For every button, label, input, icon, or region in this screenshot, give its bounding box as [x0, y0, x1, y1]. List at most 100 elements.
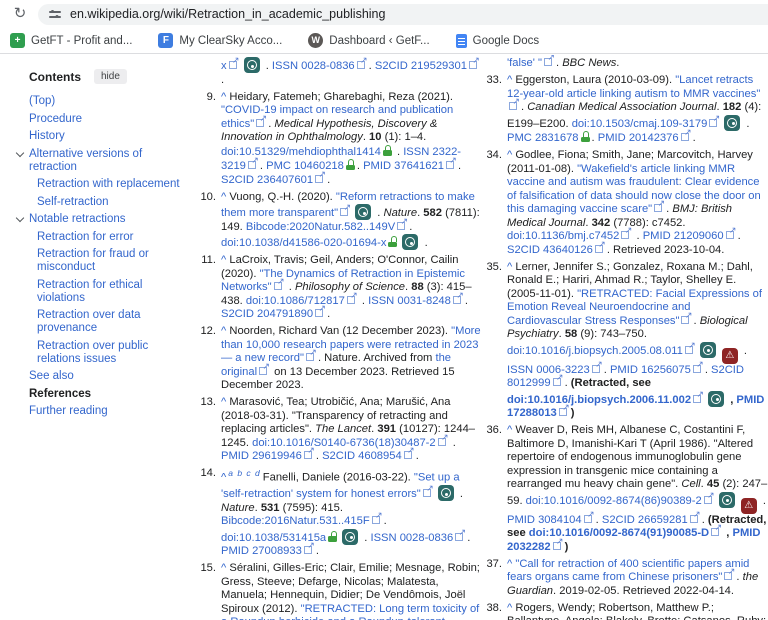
external-link-icon[interactable] — [315, 174, 325, 183]
backlink-caret[interactable]: ^ — [221, 472, 226, 484]
external-link-icon[interactable] — [709, 118, 719, 127]
external-link-icon[interactable] — [340, 207, 350, 216]
ref-link[interactable]: doi:10.51329/mehdiophthal1414 — [221, 146, 381, 158]
external-link-icon[interactable] — [726, 230, 736, 239]
retraction-warning-icon[interactable] — [722, 348, 738, 364]
ref-link[interactable]: ISSN 0031-8248 — [368, 295, 451, 307]
toc-item-see-also[interactable]: See also — [0, 370, 190, 383]
external-link-icon[interactable] — [455, 532, 465, 541]
external-link-icon[interactable] — [469, 60, 479, 69]
ref-link[interactable]: PMID 27008933 — [221, 545, 302, 557]
ref-link[interactable]: "Call for retraction of 400 scientific p… — [507, 558, 749, 584]
toc-item-history[interactable]: History — [0, 130, 190, 143]
ref-link[interactable]: doi:10.1016/0092-8674(86)90389-2 — [526, 495, 702, 507]
external-link-icon[interactable] — [553, 377, 563, 386]
bookmark-clearsky[interactable]: F My ClearSky Acco... — [158, 33, 282, 48]
ref-link[interactable]: PMC 10460218 — [266, 160, 344, 172]
external-link-icon[interactable] — [274, 281, 284, 290]
toc-item-further-reading[interactable]: Further reading — [0, 405, 190, 418]
ref-link[interactable]: ISSN 0006-3223 — [507, 364, 590, 376]
external-link-icon[interactable] — [404, 450, 414, 459]
sci-hub-icon[interactable] — [355, 204, 371, 220]
ref-link[interactable]: S2CID 43640126 — [507, 244, 593, 256]
ref-link[interactable]: PMID 37641621 — [363, 160, 444, 172]
external-link-icon[interactable] — [693, 364, 703, 373]
ref-link[interactable]: Bibcode:2020Natur.582..149V — [246, 221, 395, 233]
sci-hub-icon[interactable] — [402, 234, 418, 250]
toc-item-retraction-for-error[interactable]: Retraction for error — [0, 231, 190, 244]
external-link-icon[interactable] — [304, 545, 314, 554]
sci-hub-icon[interactable] — [700, 342, 716, 358]
external-link-icon[interactable] — [423, 488, 433, 497]
ref-link[interactable]: PMID 3084104 — [507, 514, 582, 526]
external-link-icon[interactable] — [711, 527, 721, 536]
ref-link[interactable]: S2CID 26659281 — [602, 514, 688, 526]
ref-link[interactable]: doi:10.1016/j.biopsych.2005.08.011 — [507, 345, 683, 357]
chevron-down-icon[interactable] — [16, 214, 24, 222]
ref-link[interactable]: S2CID 4608954 — [322, 450, 402, 462]
external-link-icon[interactable] — [397, 221, 407, 230]
ref-link[interactable]: 'false' " — [507, 57, 542, 69]
sci-hub-icon[interactable] — [724, 115, 740, 131]
ref-link[interactable]: Bibcode:2016Natur.531..415F — [221, 515, 370, 527]
sci-hub-icon[interactable] — [342, 529, 358, 545]
ref-link[interactable]: S2CID 236407601 — [221, 174, 313, 186]
sci-hub-icon[interactable] — [719, 492, 735, 508]
sci-hub-icon[interactable] — [708, 391, 724, 407]
ref-link[interactable]: PMID 21209060 — [643, 230, 724, 242]
external-link-icon[interactable] — [347, 295, 357, 304]
external-link-icon[interactable] — [621, 230, 631, 239]
external-link-icon[interactable] — [690, 514, 700, 523]
ref-link[interactable]: PMID 20142376 — [598, 132, 679, 144]
toc-item-retraction-over-public-relations-issues[interactable]: Retraction over public relations issues — [0, 340, 190, 366]
external-link-icon[interactable] — [584, 514, 594, 523]
ref-link[interactable]: S2CID 219529301 — [375, 60, 467, 72]
external-link-icon[interactable] — [372, 515, 382, 524]
external-link-icon[interactable] — [248, 160, 258, 169]
toc-item-retraction-for-fraud-or-misconduct[interactable]: Retraction for fraud or misconduct — [0, 248, 190, 274]
toc-item-retraction-over-data-provenance[interactable]: Retraction over data provenance — [0, 309, 190, 335]
external-link-icon[interactable] — [559, 407, 569, 416]
sci-hub-icon[interactable] — [438, 485, 454, 501]
external-link-icon[interactable] — [315, 308, 325, 317]
external-link-icon[interactable] — [595, 244, 605, 253]
external-link-icon[interactable] — [553, 541, 563, 550]
external-link-icon[interactable] — [509, 101, 519, 110]
ref-link[interactable]: PMC 2831678 — [507, 132, 579, 144]
external-link-icon[interactable] — [544, 57, 554, 66]
external-link-icon[interactable] — [229, 60, 239, 69]
toc-item-self-retraction[interactable]: Self-retraction — [0, 196, 190, 209]
toc-item-alternative-versions-of-retraction[interactable]: Alternative versions of retraction — [0, 148, 190, 174]
external-link-icon[interactable] — [304, 450, 314, 459]
external-link-icon[interactable] — [357, 60, 367, 69]
ref-link[interactable]: PMID 29619946 — [221, 450, 302, 462]
external-link-icon[interactable] — [693, 394, 703, 403]
ref-link[interactable]: ISSN 0028-0836 — [272, 60, 355, 72]
toc-item-references[interactable]: References — [0, 388, 190, 401]
bookmark-wordpress-dashboard[interactable]: W Dashboard ‹ GetF... — [308, 33, 429, 48]
toc-item-notable-retractions[interactable]: Notable retractions — [0, 213, 190, 226]
external-link-icon[interactable] — [724, 571, 734, 580]
url-text[interactable]: en.wikipedia.org/wiki/Retraction_in_acad… — [70, 4, 385, 25]
retraction-warning-icon[interactable] — [741, 498, 757, 514]
ref-link[interactable]: ISSN 0028-0836 — [370, 532, 453, 544]
reload-icon[interactable]: ↻ — [10, 4, 30, 24]
external-link-icon[interactable] — [654, 203, 664, 212]
ref-link[interactable]: doi:10.1038/d41586-020-01694-x — [221, 237, 386, 249]
external-link-icon[interactable] — [685, 345, 695, 354]
ref-link[interactable]: doi:10.1086/712817 — [246, 295, 345, 307]
external-link-icon[interactable] — [681, 132, 691, 141]
bookmark-google-docs[interactable]: Google Docs — [456, 34, 539, 48]
external-link-icon[interactable] — [259, 366, 269, 375]
ref-link[interactable]: PMID 16256075 — [610, 364, 691, 376]
url-bar[interactable]: en.wikipedia.org/wiki/Retraction_in_acad… — [38, 4, 768, 25]
site-settings-icon[interactable] — [49, 9, 61, 19]
toc-item-retraction-with-replacement[interactable]: Retraction with replacement — [0, 178, 190, 191]
toc-item-top[interactable]: (Top) — [0, 95, 190, 108]
external-link-icon[interactable] — [681, 315, 691, 324]
external-link-icon[interactable] — [306, 352, 316, 361]
external-link-icon[interactable] — [438, 437, 448, 446]
ref-link[interactable]: x — [221, 60, 227, 72]
toc-item-procedure[interactable]: Procedure — [0, 113, 190, 126]
bookmark-getft[interactable]: + GetFT - Profit and... — [10, 33, 132, 48]
